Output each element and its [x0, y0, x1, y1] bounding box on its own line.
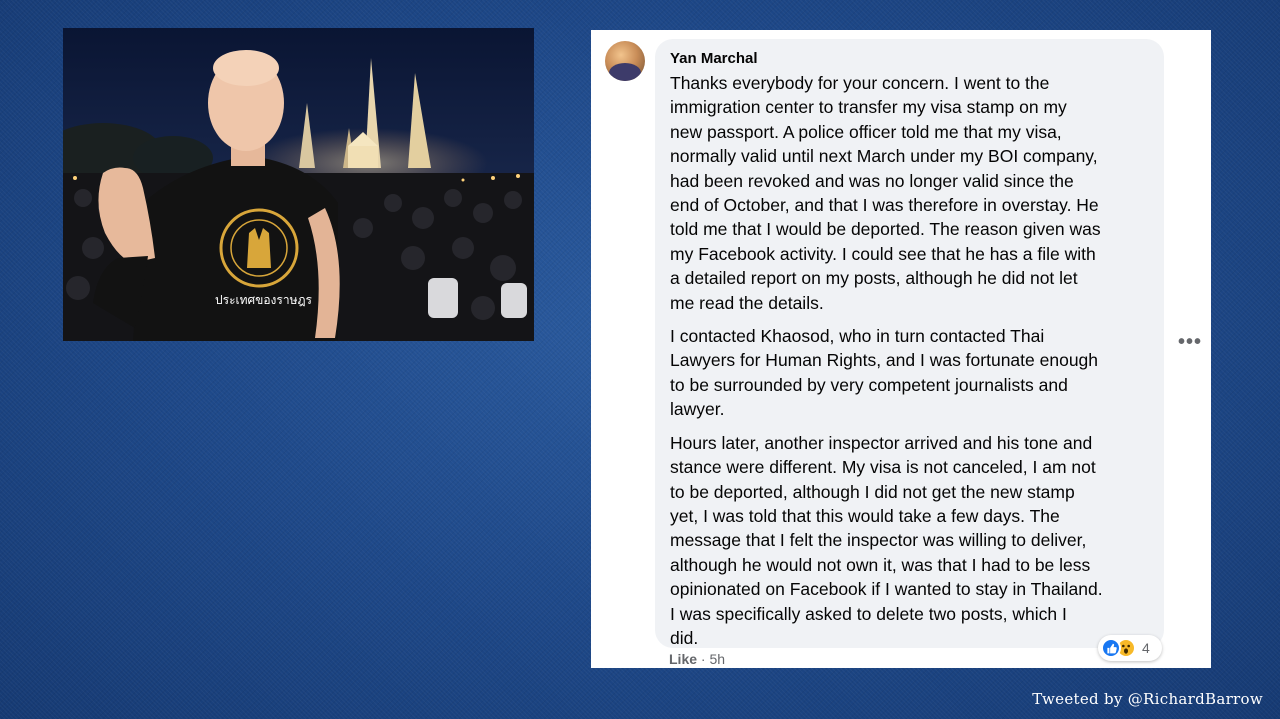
comment-paragraph-1: Thanks everybody for your concern. I wen… — [670, 73, 1101, 313]
comment-paragraph-3: Hours later, another inspector arrived a… — [670, 432, 1103, 648]
shirt-text: ประเทศของราษฎร — [215, 293, 313, 307]
comment-card: Yan Marchal Thanks everybody for your co… — [591, 30, 1211, 668]
footer-separator: · — [697, 651, 710, 667]
protest-scene: ประเทศของราษฎร — [63, 28, 534, 341]
comment-bubble: Yan Marchal Thanks everybody for your co… — [655, 39, 1164, 648]
tweet-credit: Tweeted by @RichardBarrow — [1032, 690, 1263, 708]
like-icon — [1101, 638, 1121, 658]
comment-timestamp[interactable]: 5h — [709, 651, 725, 667]
comment-footer: Like · 5h — [669, 651, 725, 667]
avatar[interactable] — [605, 41, 645, 81]
more-options-button[interactable]: ••• — [1178, 332, 1202, 352]
protest-photo: ประเทศของราษฎร — [63, 28, 534, 341]
comment-paragraph-2: I contacted Khaosod, who in turn contact… — [670, 326, 1099, 420]
comment-author[interactable]: Yan Marchal — [670, 49, 1150, 68]
like-button[interactable]: Like — [669, 651, 697, 667]
reactions-summary[interactable]: 4 — [1098, 635, 1162, 661]
reaction-count: 4 — [1142, 640, 1150, 656]
